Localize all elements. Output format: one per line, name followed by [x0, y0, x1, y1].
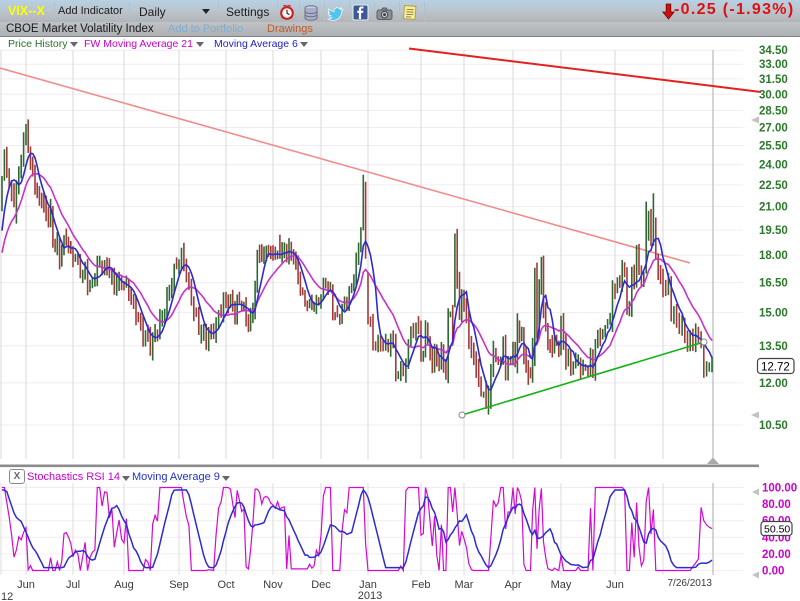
svg-text:Dec: Dec	[311, 579, 331, 591]
svg-text:34.50: 34.50	[759, 45, 788, 57]
svg-text:Jun: Jun	[606, 579, 624, 591]
svg-text:13.50: 13.50	[759, 341, 788, 353]
svg-text:21.00: 21.00	[759, 202, 788, 214]
svg-text:12.00: 12.00	[759, 378, 788, 390]
svg-text:Feb: Feb	[412, 579, 431, 591]
svg-text:Apr: Apr	[504, 579, 521, 591]
svg-text:0.00: 0.00	[762, 566, 784, 578]
svg-text:100.00: 100.00	[762, 483, 797, 495]
svg-text:27.00: 27.00	[759, 123, 788, 135]
svg-text:50.50: 50.50	[764, 524, 790, 536]
svg-text:28.50: 28.50	[759, 105, 788, 117]
svg-text:10.50: 10.50	[759, 420, 788, 432]
svg-text:19.50: 19.50	[759, 225, 788, 237]
svg-text:22.50: 22.50	[759, 180, 788, 192]
svg-text:Sep: Sep	[169, 579, 189, 591]
svg-text:Mar: Mar	[455, 579, 474, 591]
svg-text:15.00: 15.00	[759, 308, 788, 320]
svg-text:12.72: 12.72	[761, 361, 790, 373]
svg-text:80.00: 80.00	[762, 499, 791, 511]
svg-text:20.00: 20.00	[762, 549, 791, 561]
svg-text:Aug: Aug	[114, 579, 134, 591]
svg-text:Nov: Nov	[263, 579, 283, 591]
svg-text:33.00: 33.00	[759, 59, 788, 71]
svg-text:Jul: Jul	[66, 579, 80, 591]
svg-text:May: May	[551, 579, 572, 591]
svg-text:16.50: 16.50	[759, 278, 788, 290]
svg-text:7/26/2013: 7/26/2013	[668, 578, 713, 589]
svg-text:30.00: 30.00	[759, 89, 788, 101]
svg-text:24.00: 24.00	[759, 160, 788, 172]
svg-text:Oct: Oct	[217, 579, 234, 591]
svg-text:2013: 2013	[358, 590, 382, 601]
svg-text:18.00: 18.00	[759, 250, 788, 262]
svg-text:25.50: 25.50	[759, 141, 788, 153]
svg-text:31.50: 31.50	[759, 74, 788, 86]
svg-text:12: 12	[1, 591, 13, 601]
svg-text:Jun: Jun	[17, 579, 35, 591]
